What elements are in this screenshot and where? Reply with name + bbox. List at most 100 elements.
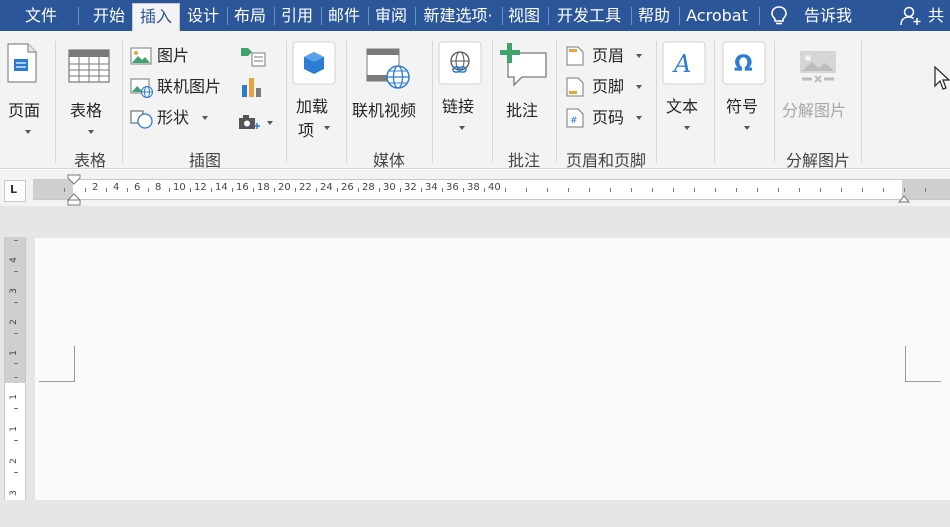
group-label-comments: 批注 [507, 151, 540, 170]
chevron-down-icon [636, 116, 642, 120]
tab-file[interactable]: 文件 [12, 0, 70, 31]
shapes-icon [130, 110, 153, 129]
picture-button[interactable]: 图片 [130, 45, 210, 67]
page-number-button[interactable]: # 页码 [566, 107, 646, 129]
group-divider [286, 41, 287, 163]
tab-divider [274, 7, 275, 25]
table-button[interactable]: 表格 [62, 37, 118, 141]
tab-review[interactable]: 审阅 [370, 0, 412, 31]
symbols-label: 符号 [726, 97, 759, 116]
mouse-pointer-icon [934, 66, 950, 90]
ruler-tick [63, 188, 65, 192]
ruler-tick [630, 188, 632, 192]
vertical-ruler-number: 1 [8, 394, 19, 400]
ruler-tick [693, 188, 695, 192]
online-picture-button[interactable]: 联机图片 [130, 76, 240, 98]
header-button[interactable]: 页眉 [566, 45, 646, 67]
group-label-illustrations: 插图 [188, 151, 221, 170]
links-button[interactable]: 链接 [438, 37, 484, 141]
tab-layout[interactable]: 布局 [229, 0, 271, 31]
symbols-button[interactable]: Ω 符号 [722, 37, 770, 141]
tell-me-label: 告诉我 [804, 6, 853, 25]
ruler-number: 38 [467, 182, 480, 193]
indent-markers[interactable] [67, 174, 81, 206]
ruler-number: 14 [215, 182, 228, 193]
tell-me-box[interactable]: 告诉我 [770, 0, 860, 31]
share-button[interactable]: 共 [898, 0, 950, 31]
ruler-tick [210, 188, 212, 192]
ruler-tick [861, 188, 863, 192]
vertical-ruler-tick [14, 302, 18, 303]
ruler-number: 34 [425, 182, 438, 193]
text-button[interactable]: A 文本 [662, 37, 710, 141]
chevron-down-icon [88, 130, 94, 134]
lightbulb-icon [771, 6, 787, 25]
ruler-number: 30 [383, 182, 396, 193]
addins-button[interactable]: 加载 项 [292, 37, 342, 141]
footer-icon [566, 77, 584, 97]
group-divider [432, 41, 433, 163]
screenshot-button[interactable] [238, 111, 278, 133]
share-label: 共 [928, 6, 945, 25]
group-divider [55, 41, 56, 163]
ruler-number: 24 [320, 182, 333, 193]
ruler-number: 2 [92, 182, 99, 193]
picture-icon [130, 47, 152, 65]
ruler-tick [924, 188, 926, 192]
addins-icon [292, 41, 336, 85]
tab-developer[interactable]: 开发工具 [550, 0, 628, 31]
links-label: 链接 [442, 97, 475, 116]
ruler-tick [189, 188, 191, 192]
document-page[interactable] [35, 238, 950, 500]
tab-home[interactable]: 开始 [86, 0, 132, 31]
tab-view[interactable]: 视图 [503, 0, 545, 31]
tab-stop-selector[interactable]: L [4, 180, 26, 202]
page-number-icon: # [566, 108, 584, 128]
vertical-ruler[interactable]: 4 3 2 1 1 1 2 3 [4, 237, 26, 500]
right-indent-marker[interactable] [898, 193, 910, 203]
ruler-number: 32 [404, 182, 417, 193]
horizontal-ruler[interactable]: 2 4 6 8 10 12 14 16 18 20 22 24 26 28 30 32 34 36 38 40 [33, 174, 950, 206]
ruler-tick [504, 188, 506, 192]
group-divider [492, 41, 493, 163]
split-picture-button[interactable]: 分解图片 [780, 37, 856, 141]
chevron-down-icon [202, 116, 208, 120]
ruler-tick [609, 188, 611, 192]
online-video-button[interactable]: 联机视频 [350, 37, 428, 141]
split-picture-icon [800, 51, 836, 83]
tab-acrobat[interactable]: Acrobat [681, 0, 753, 31]
tab-mailings[interactable]: 邮件 [323, 0, 365, 31]
ruler-tick [84, 188, 86, 192]
ruler-tick [357, 188, 359, 192]
ruler-tick [672, 188, 674, 192]
tab-design[interactable]: 设计 [182, 0, 224, 31]
crop-mark-left [39, 346, 75, 382]
vertical-ruler-number: 1 [8, 350, 19, 356]
ruler-number: 6 [134, 182, 141, 193]
tab-divider [759, 7, 760, 25]
tab-insert[interactable]: 插入 [132, 3, 180, 31]
new-comment-button[interactable]: 批注 [498, 37, 550, 141]
chevron-down-icon [324, 126, 330, 130]
vertical-ruler-tick [14, 271, 18, 272]
ruler-tick [714, 188, 716, 192]
group-label-tables: 表格 [73, 151, 106, 170]
ruler-tick [483, 188, 485, 192]
footer-button[interactable]: 页脚 [566, 76, 646, 98]
ruler-tick [105, 188, 107, 192]
smartart-icon[interactable] [240, 45, 266, 67]
ruler-tick [903, 188, 905, 192]
chart-icon[interactable] [240, 75, 264, 99]
tab-new-tab[interactable]: 新建选项· [416, 0, 500, 31]
vertical-ruler-tick [14, 408, 18, 409]
svg-text:A: A [672, 50, 691, 78]
shapes-button[interactable]: 形状 [130, 107, 210, 129]
online-picture-label: 联机图片 [157, 77, 222, 96]
tab-help[interactable]: 帮助 [632, 0, 676, 31]
tab-references[interactable]: 引用 [276, 0, 318, 31]
vertical-ruler-tick [14, 363, 18, 364]
vertical-ruler-tick [14, 240, 18, 241]
tab-divider [78, 7, 79, 25]
ruler-number: 10 [173, 182, 186, 193]
pages-button[interactable]: 页面 [0, 37, 52, 141]
